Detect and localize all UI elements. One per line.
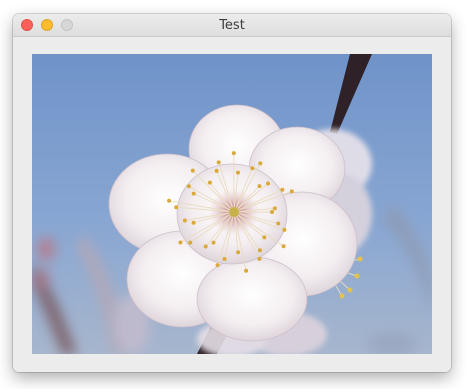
content-area bbox=[13, 37, 451, 372]
title-bar[interactable]: Test bbox=[13, 14, 451, 37]
window-title: Test bbox=[219, 18, 245, 33]
app-window: Test bbox=[13, 14, 451, 372]
flower-photo bbox=[32, 54, 432, 354]
